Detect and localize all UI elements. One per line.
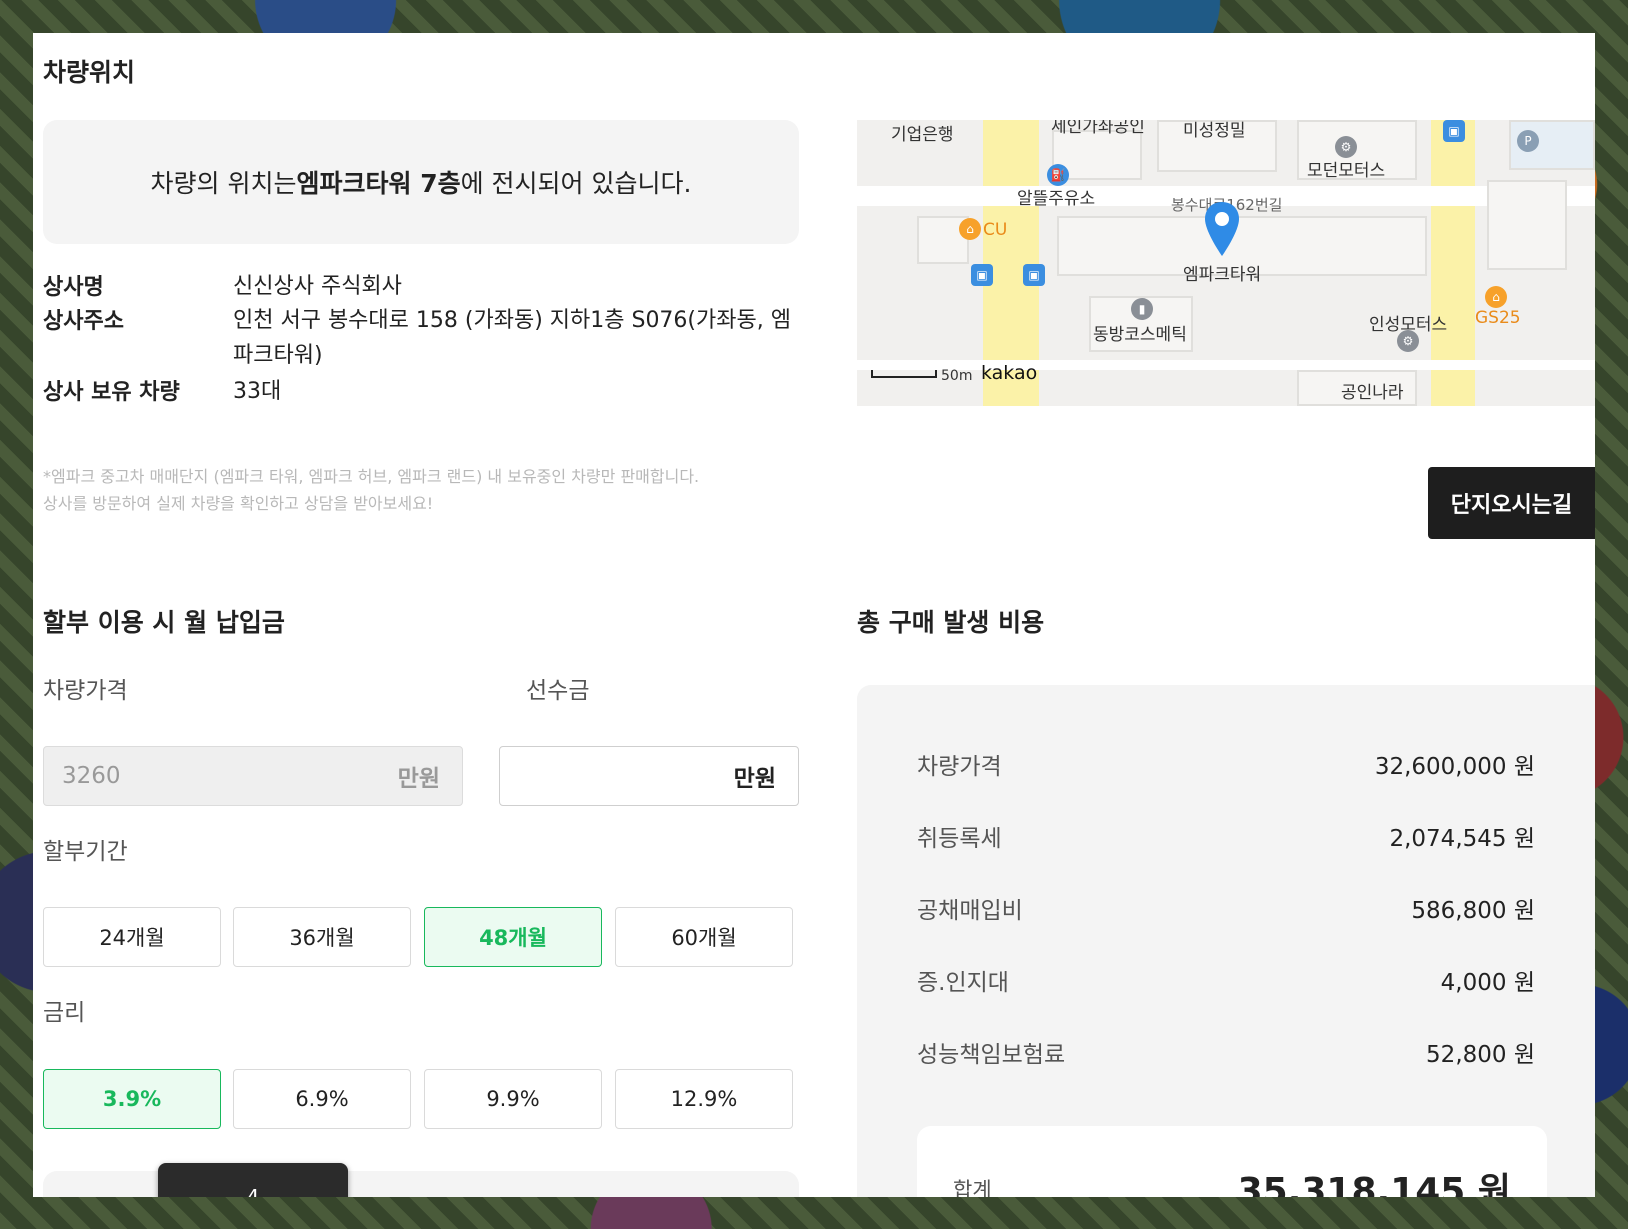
map-label: 모던모터스 <box>1307 161 1386 181</box>
location-pin-icon[interactable] <box>1203 200 1241 260</box>
deposit-label: 선수금 <box>526 678 590 704</box>
map-label: 미성정밀 <box>1183 121 1246 141</box>
period-option-36[interactable]: 36개월 <box>233 907 411 967</box>
cost-value: 52,800 원 <box>1426 1042 1535 1068</box>
map-building <box>1487 180 1567 270</box>
map-scale-bar <box>871 370 937 378</box>
dealer-cars-label: 상사 보유 차량 <box>43 380 180 405</box>
period-label: 할부기간 <box>43 839 128 865</box>
bus-stop-icon[interactable]: ▣ <box>971 264 993 286</box>
cost-value: 2,074,545 원 <box>1389 826 1535 852</box>
bus-stop-icon[interactable]: ▣ <box>1023 264 1045 286</box>
monthly-payment-box <box>43 1171 799 1197</box>
rate-option-9-9[interactable]: 9.9% <box>424 1069 602 1129</box>
total-label: 합계 <box>953 1178 992 1197</box>
cost-label: 증.인지대 <box>917 970 1009 996</box>
kakao-logo: kakao <box>981 362 1038 384</box>
dealer-name: 신신상사 주식회사 <box>233 274 402 299</box>
map-label: 세인가좌공인 <box>1051 120 1145 137</box>
map-label: 엠파크타워 <box>1183 265 1262 285</box>
rate-option-12-9[interactable]: 12.9% <box>615 1069 793 1129</box>
factory-icon[interactable]: ▮ <box>1131 298 1153 320</box>
cost-row-price: 차량가격 32,600,000 원 <box>917 747 1535 781</box>
map-scale-label: 50m <box>941 368 973 384</box>
cost-label: 공채매입비 <box>917 898 1023 924</box>
dealer-name-row: 상사명 신신상사 주식회사 <box>43 269 793 304</box>
map-label: 동방코스메틱 <box>1093 325 1187 345</box>
rate-option-6-9[interactable]: 6.9% <box>233 1069 411 1129</box>
dealer-cars-row: 상사 보유 차량 33대 <box>43 374 793 409</box>
deposit-input[interactable]: 만원 <box>499 746 799 806</box>
period-option-60[interactable]: 60개월 <box>615 907 793 967</box>
footnote-line-1: *엠파크 중고차 매매단지 (엠파크 타워, 엠파크 허브, 엠파크 랜드) 내… <box>43 467 700 486</box>
cost-row-bond: 공채매입비 586,800 원 <box>917 891 1535 925</box>
notice-prefix: 차량의 위치는 <box>150 169 297 198</box>
price-label: 차량가격 <box>43 678 128 704</box>
gas-station-icon[interactable]: ⛽ <box>1047 164 1069 186</box>
map-label: 공인나라 <box>1341 383 1404 403</box>
price-input: 3260 만원 <box>43 746 463 806</box>
cost-row-insurance: 성능책임보험료 52,800 원 <box>917 1035 1535 1069</box>
cost-value: 32,600,000 원 <box>1374 754 1535 780</box>
car-repair-icon[interactable]: ⚙ <box>1397 330 1419 352</box>
dealer-name-label: 상사명 <box>43 275 104 300</box>
cost-value: 4,000 원 <box>1440 970 1535 996</box>
convenience-store-icon[interactable]: ⌂ <box>1485 286 1507 308</box>
parking-icon[interactable]: P <box>1517 130 1539 152</box>
deposit-input-unit: 만원 <box>733 766 776 792</box>
footnote-line-2: 상사를 방문하여 실제 차량을 확인하고 상담을 받아보세요! <box>43 494 434 514</box>
period-option-24[interactable]: 24개월 <box>43 907 221 967</box>
installment-title: 할부 이용 시 월 납입금 <box>43 608 285 637</box>
rate-label: 금리 <box>43 1000 86 1026</box>
cost-label: 취등록세 <box>917 826 1002 852</box>
dealer-address-row: 상사주소 인천 서구 봉수대로 158 (가좌동) 지하1층 S076(가좌동,… <box>43 303 793 373</box>
car-repair-icon[interactable]: ⚙ <box>1335 136 1357 158</box>
vehicle-detail-panel: 차량위치 차량의 위치는 엠파크타워 7층 에 전시되어 있습니다. 상사명 신신… <box>33 33 1595 1197</box>
location-title: 차량위치 <box>43 58 136 87</box>
total-box: 합계 35,318,145 원 <box>917 1126 1547 1197</box>
notice-suffix: 에 전시되어 있습니다. <box>460 169 692 198</box>
cost-value: 586,800 원 <box>1411 898 1535 924</box>
location-footnote: *엠파크 중고차 매매단지 (엠파크 타워, 엠파크 허브, 엠파크 랜드) 내… <box>43 463 699 517</box>
total-value: 35,318,145 원 <box>1237 1171 1511 1197</box>
notice-location: 엠파크타워 7층 <box>296 169 461 198</box>
page-indicator: 4 <box>158 1163 348 1197</box>
dealer-cars: 33대 <box>233 379 282 404</box>
dealer-address-label: 상사주소 <box>43 309 124 334</box>
cost-label: 차량가격 <box>917 754 1002 780</box>
location-notice: 차량의 위치는 엠파크타워 7층 에 전시되어 있습니다. <box>43 120 799 244</box>
map-label: CU <box>983 220 1008 240</box>
period-option-48[interactable]: 48개월 <box>424 907 602 967</box>
cost-summary-box: 차량가격 32,600,000 원 취등록세 2,074,545 원 공채매입비… <box>857 685 1595 1197</box>
directions-button[interactable]: 단지오시는길 <box>1428 467 1595 539</box>
map-label: GS25 <box>1475 308 1521 328</box>
costs-title: 총 구매 발생 비용 <box>857 608 1045 637</box>
map-label: 기업은행 <box>891 125 954 145</box>
rate-option-3-9[interactable]: 3.9% <box>43 1069 221 1129</box>
convenience-store-icon[interactable]: ⌂ <box>959 218 981 240</box>
dealer-address: 인천 서구 봉수대로 158 (가좌동) 지하1층 S076(가좌동, 엠파크타… <box>233 308 791 369</box>
cost-row-registration-tax: 취등록세 2,074,545 원 <box>917 819 1535 853</box>
map-label: 알뜰주유소 <box>1017 189 1096 209</box>
bus-stop-icon[interactable]: ▣ <box>1443 120 1465 142</box>
price-input-unit: 만원 <box>397 766 440 792</box>
price-input-value: 3260 <box>62 763 121 789</box>
location-map[interactable]: 기업은행 세인가좌공인 미성정밀 모던모터스 알뜰주유소 봉수대로162번길 C… <box>857 120 1595 406</box>
cost-label: 성능책임보험료 <box>917 1042 1066 1068</box>
cost-row-stamp: 증.인지대 4,000 원 <box>917 963 1535 997</box>
